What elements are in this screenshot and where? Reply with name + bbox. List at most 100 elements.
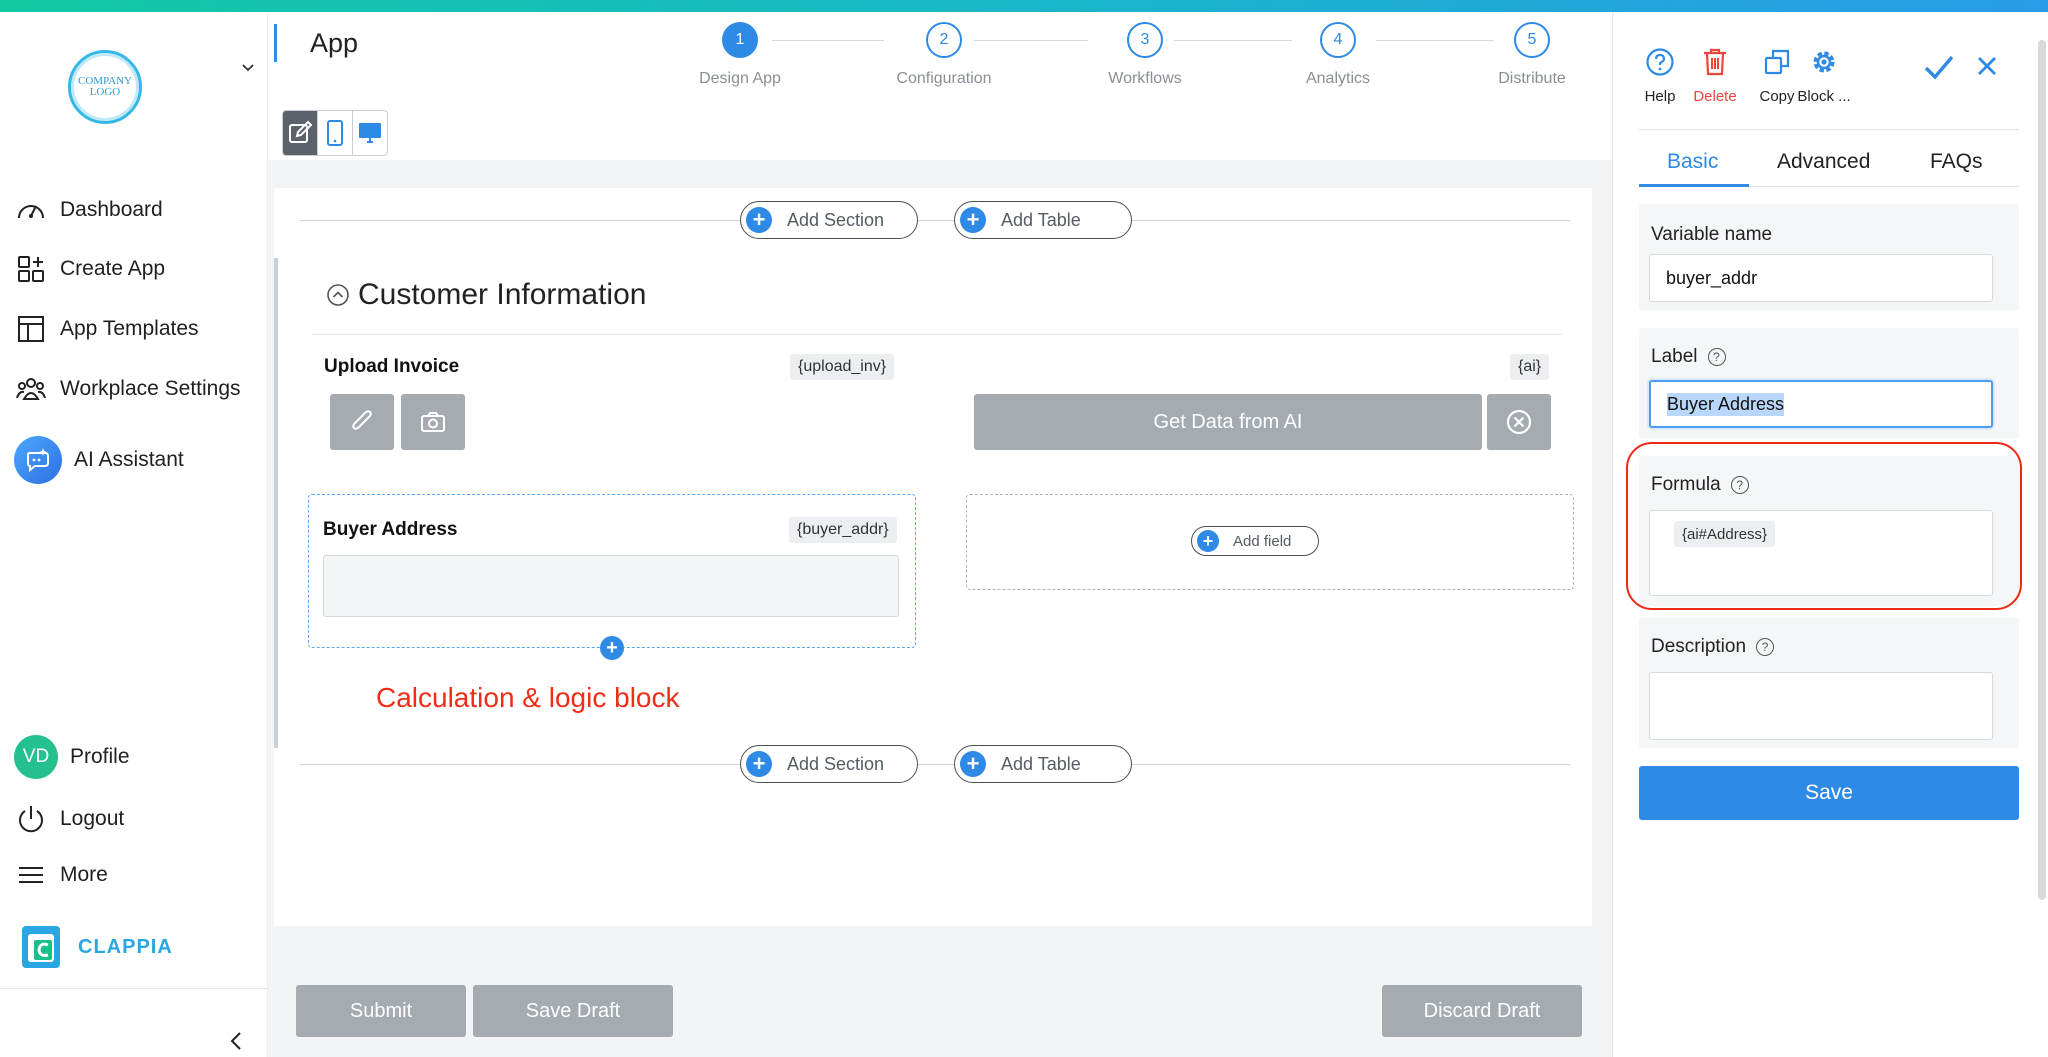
save-draft-button[interactable]: Save Draft: [473, 985, 673, 1037]
chevron-down-icon[interactable]: [238, 58, 258, 78]
sidebar-item-create-app[interactable]: Create App: [14, 249, 165, 289]
sidebar-item-dashboard[interactable]: Dashboard: [14, 190, 163, 230]
clappia-logo-icon: [22, 926, 60, 968]
add-table-button[interactable]: + Add Table: [954, 201, 1132, 239]
delete-button[interactable]: Delete: [1687, 46, 1743, 105]
active-tab-indicator: [1639, 184, 1749, 187]
section-header[interactable]: Customer Information: [326, 278, 646, 312]
formula-editor[interactable]: {ai#Address}: [1649, 510, 1993, 596]
step-configuration[interactable]: 2 Configuration: [879, 22, 1009, 88]
label-card: Label? Buyer Address: [1639, 328, 2019, 438]
step-number: 5: [1514, 22, 1550, 58]
power-icon: [14, 802, 48, 836]
clear-ai-button[interactable]: [1487, 394, 1551, 450]
annotation-text: Calculation & logic block: [376, 682, 680, 713]
buyer-address-field[interactable]: Buyer Address {buyer_addr}: [308, 494, 916, 648]
gear-icon: [1808, 46, 1840, 78]
check-icon[interactable]: [1923, 52, 1955, 82]
description-input[interactable]: [1649, 672, 1993, 740]
sidebar-item-label: AI Assistant: [74, 448, 184, 471]
step-label: Workflows: [1108, 70, 1182, 87]
ai-assistant-icon: [14, 436, 62, 484]
buyer-variable-tag: {buyer_addr}: [789, 517, 897, 543]
paperclip-icon: [352, 410, 372, 430]
sidebar-item-profile[interactable]: VD Profile: [14, 734, 130, 780]
close-icon[interactable]: [1975, 54, 1999, 78]
tab-advanced[interactable]: Advanced: [1777, 150, 1870, 174]
variable-name-input[interactable]: buyer_addr: [1649, 254, 1993, 302]
sidebar-item-workplace-settings[interactable]: Workplace Settings: [14, 369, 241, 409]
sidebar-item-label: Profile: [70, 745, 130, 768]
brand-name: CLAPPIA: [78, 935, 173, 958]
step-design-app[interactable]: 1 Design App: [675, 22, 805, 88]
plus-icon[interactable]: +: [600, 636, 624, 660]
delete-label: Delete: [1693, 88, 1737, 105]
add-field-button[interactable]: + Add field: [1191, 526, 1319, 556]
main-canvas-area: App 1 Design App 2 Configuration 3 Workf…: [268, 12, 1612, 1057]
add-table-label: Add Table: [1001, 753, 1081, 774]
gauge-icon: [14, 193, 48, 227]
company-logo[interactable]: COMPANY LOGO: [68, 50, 142, 124]
edit-icon: [289, 120, 313, 143]
tab-basic[interactable]: Basic: [1667, 150, 1718, 174]
buyer-address-input[interactable]: [323, 555, 899, 617]
description-card: Description?: [1639, 618, 2019, 748]
sidebar-item-label: Logout: [60, 807, 125, 830]
add-table-button[interactable]: + Add Table: [954, 745, 1132, 783]
menu-icon: [14, 858, 48, 892]
discard-draft-button[interactable]: Discard Draft: [1382, 985, 1582, 1037]
camera-icon: [421, 412, 445, 432]
tab-faqs[interactable]: FAQs: [1930, 150, 1983, 174]
variable-name-card: Variable name buyer_addr: [1639, 204, 2019, 310]
trash-icon: [1699, 46, 1731, 78]
sidebar-item-label: Dashboard: [60, 198, 163, 221]
help-button[interactable]: Help: [1640, 46, 1680, 105]
step-number: 3: [1127, 22, 1163, 58]
top-gradient-bar: [0, 0, 2048, 12]
desktop-preview-button[interactable]: [353, 111, 387, 155]
sidebar-item-more[interactable]: More: [14, 855, 108, 895]
add-section-button[interactable]: + Add Section: [740, 201, 918, 239]
label-input[interactable]: Buyer Address: [1649, 380, 1993, 428]
camera-button[interactable]: [401, 394, 465, 450]
block-settings-button[interactable]: Block ...: [1789, 46, 1859, 105]
step-label: Configuration: [896, 70, 992, 87]
step-workflows[interactable]: 3 Workflows: [1080, 22, 1210, 88]
sidebar-item-ai-assistant[interactable]: AI Assistant: [14, 434, 184, 486]
step-distribute[interactable]: 5 Distribute: [1467, 22, 1597, 88]
add-section-button[interactable]: + Add Section: [740, 745, 918, 783]
formula-card: Formula? {ai#Address}: [1639, 456, 2019, 606]
step-label: Analytics: [1305, 70, 1371, 87]
step-analytics[interactable]: 4 Analytics: [1273, 22, 1403, 88]
add-field-label: Add field: [1233, 532, 1292, 550]
chevron-left-icon[interactable]: [226, 1030, 248, 1052]
step-number: 1: [722, 22, 758, 58]
sidebar-item-logout[interactable]: Logout: [14, 799, 124, 839]
get-data-from-ai-button[interactable]: Get Data from AI: [974, 394, 1482, 450]
formula-token[interactable]: {ai#Address}: [1674, 521, 1776, 547]
plus-icon: +: [746, 207, 772, 233]
layout-icon: [14, 312, 48, 346]
plus-icon: +: [1197, 530, 1219, 552]
mobile-preview-button[interactable]: [318, 111, 353, 155]
help-circle-icon[interactable]: ?: [1756, 638, 1775, 656]
attach-file-button[interactable]: [330, 394, 394, 450]
submit-button[interactable]: Submit: [296, 985, 466, 1037]
save-button[interactable]: Save: [1639, 766, 2019, 820]
edit-mode-button[interactable]: [283, 111, 318, 155]
panel-scrollbar[interactable]: [2038, 40, 2046, 900]
step-number: 4: [1320, 22, 1356, 58]
label-label: Label?: [1651, 346, 1726, 368]
collapse-section-icon[interactable]: [326, 283, 350, 307]
description-label: Description?: [1651, 636, 1775, 658]
plus-icon: +: [960, 751, 986, 777]
app-header: App 1 Design App 2 Configuration 3 Workf…: [268, 12, 1612, 160]
sidebar-item-app-templates[interactable]: App Templates: [14, 309, 199, 349]
step-label: Design App: [699, 70, 781, 87]
add-section-label: Add Section: [787, 753, 885, 774]
view-mode-toggle: [282, 110, 388, 156]
formula-label: Formula?: [1651, 474, 1749, 496]
section-title: Customer Information: [358, 278, 647, 311]
help-circle-icon[interactable]: ?: [1707, 348, 1726, 366]
help-circle-icon[interactable]: ?: [1730, 476, 1749, 494]
